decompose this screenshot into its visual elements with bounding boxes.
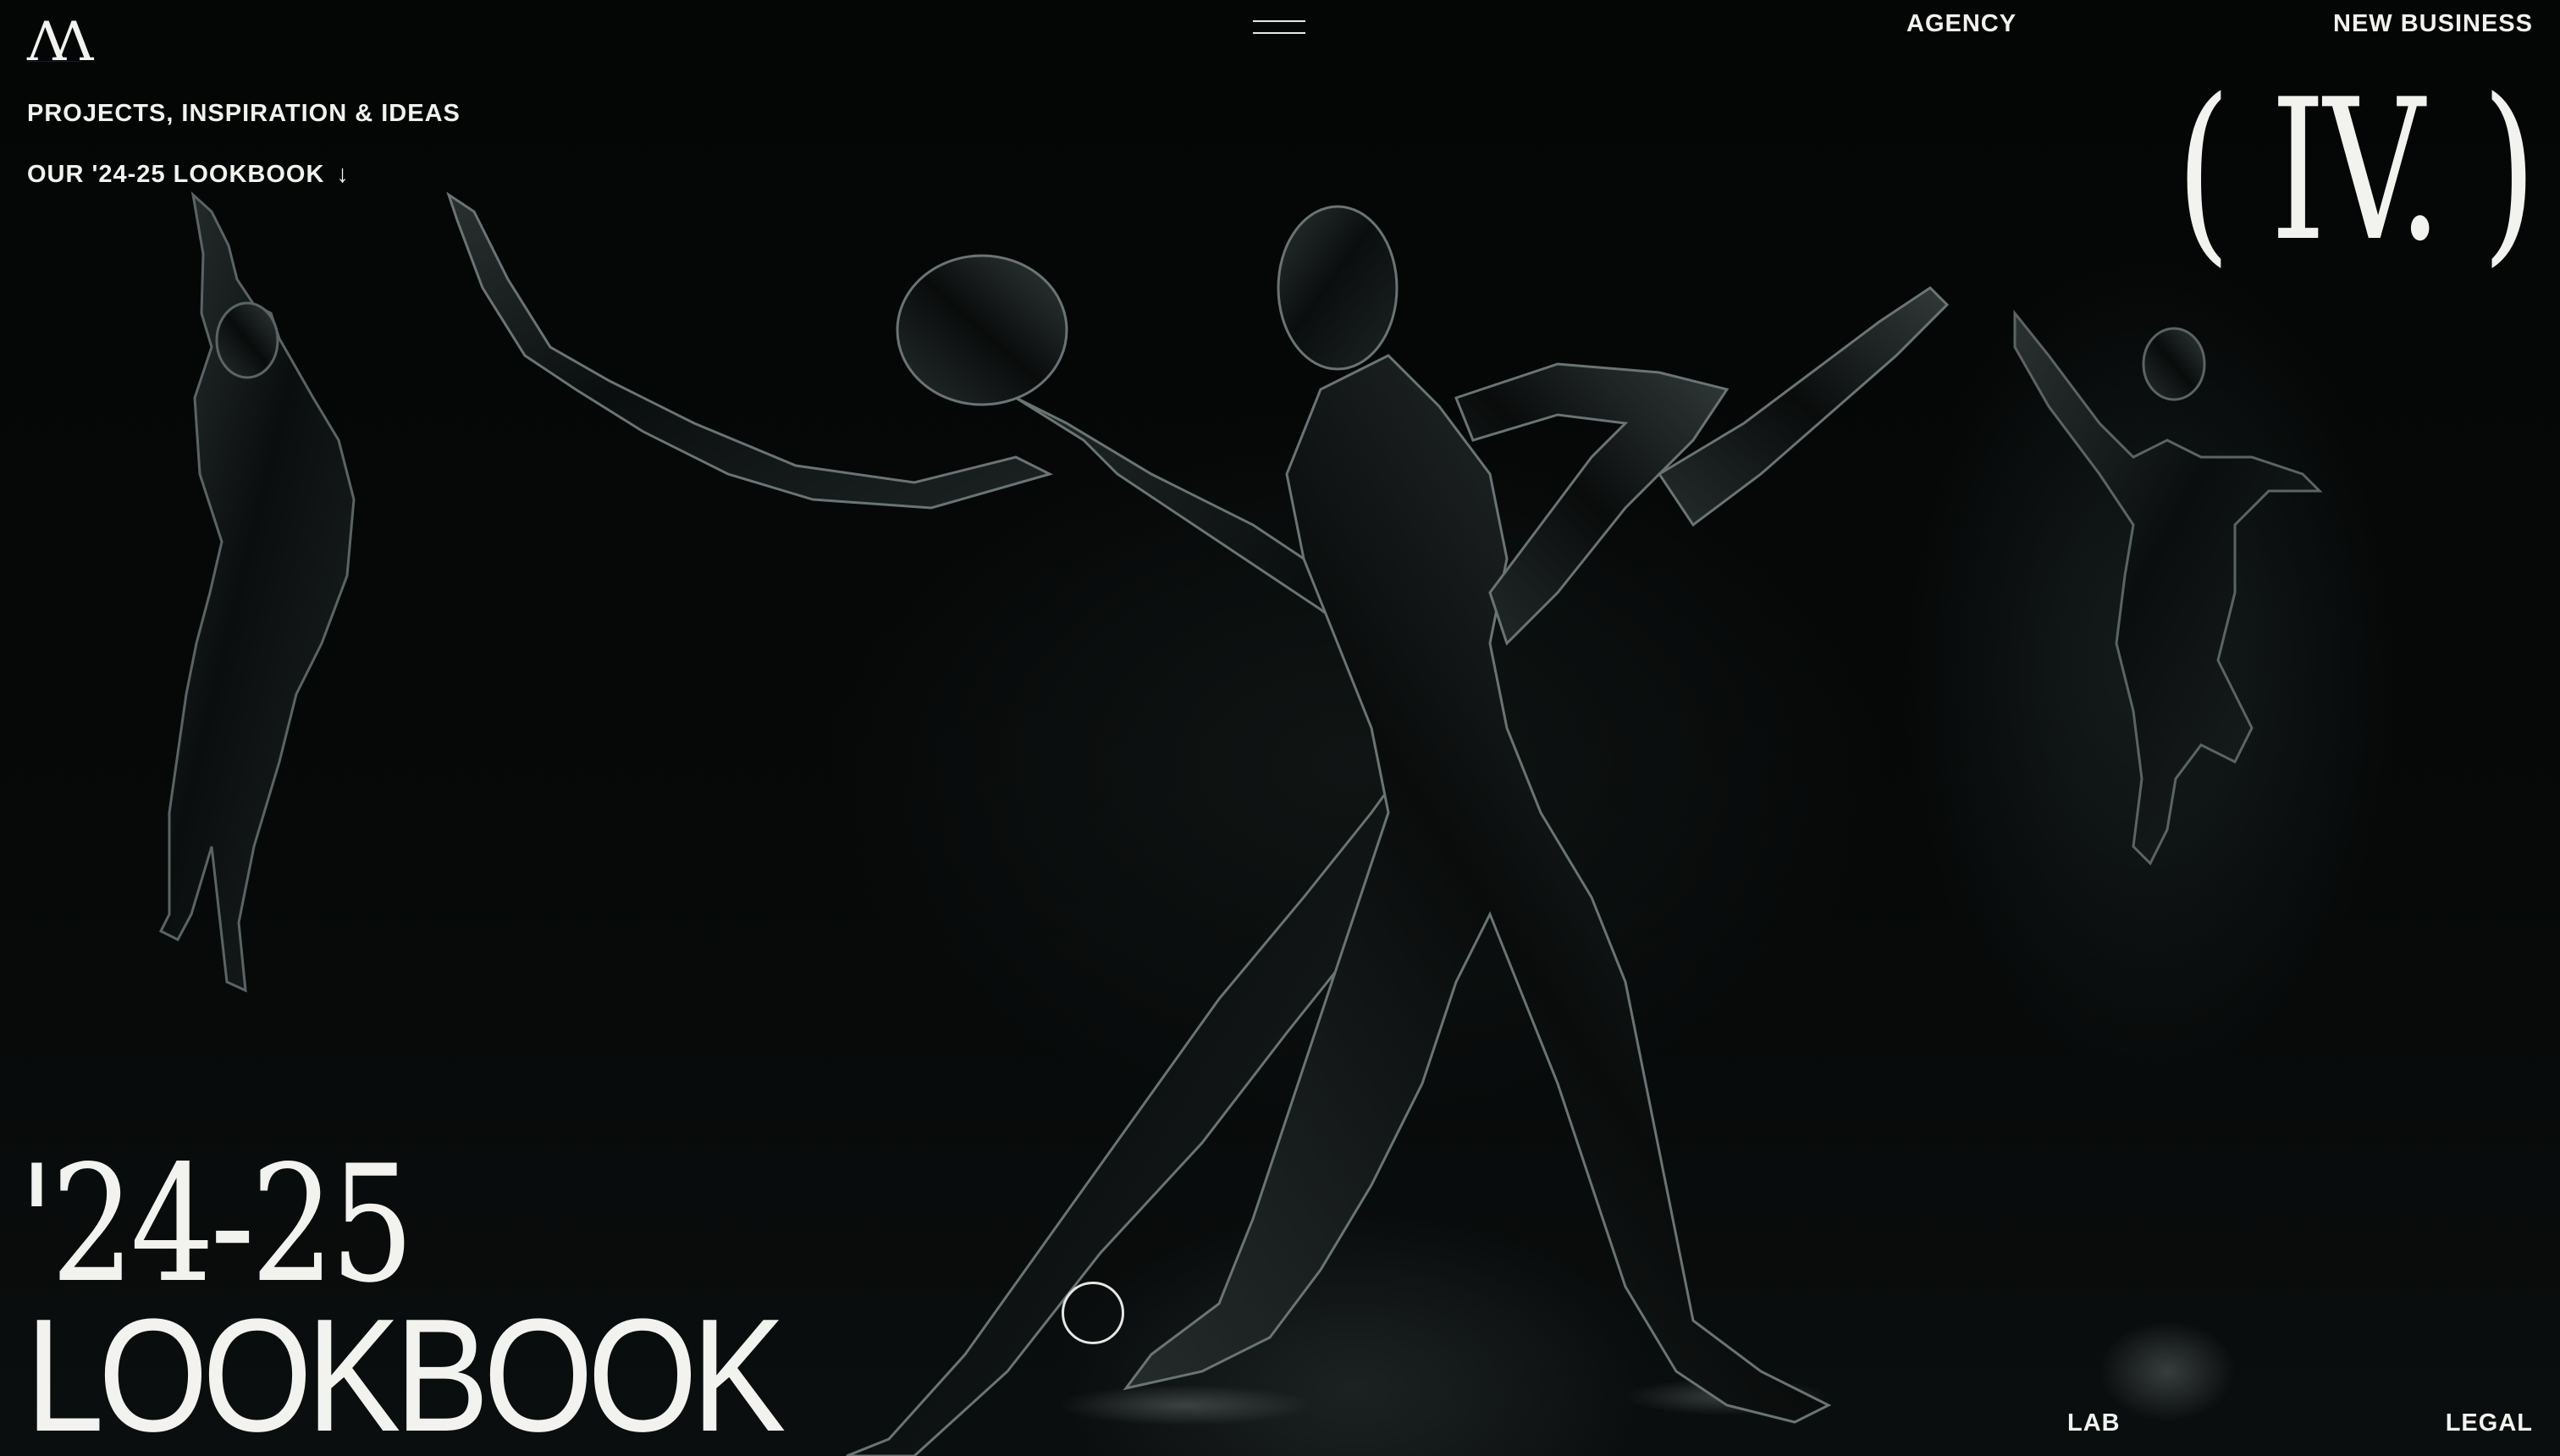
hero-year: '24-25 — [19, 1131, 414, 1318]
nav-new-business[interactable]: NEW BUSINESS — [2333, 10, 2533, 38]
footer-legal-link[interactable]: LEGAL — [2446, 1409, 2533, 1437]
figure-main-center — [1123, 205, 1950, 1424]
hamburger-icon-line-top — [1253, 20, 1305, 22]
chapter-number: ( IV. ) — [2176, 58, 2537, 284]
figure-left — [158, 190, 356, 993]
lookbook-link-label: OUR '24-25 LOOKBOOK — [27, 161, 325, 188]
figure-right — [2013, 309, 2323, 866]
menu-button[interactable] — [1251, 12, 1309, 39]
hamburger-icon-line-bottom — [1253, 32, 1305, 34]
cursor-ring-icon — [1062, 1282, 1124, 1344]
logo-link[interactable]: ΛΛ — [27, 15, 94, 69]
lookbook-link[interactable]: OUR '24-25 LOOKBOOK ↓ — [27, 161, 350, 189]
projects-link[interactable]: PROJECTS, INSPIRATION & IDEAS — [27, 100, 461, 128]
arrow-down-icon: ↓ — [336, 161, 350, 188]
nav-agency[interactable]: AGENCY — [1906, 10, 2017, 38]
logo-icon: ΛΛ — [27, 11, 94, 74]
footer-lab-link[interactable]: LAB — [2067, 1409, 2121, 1437]
hero-title: LOOKBOOK — [25, 1286, 786, 1456]
